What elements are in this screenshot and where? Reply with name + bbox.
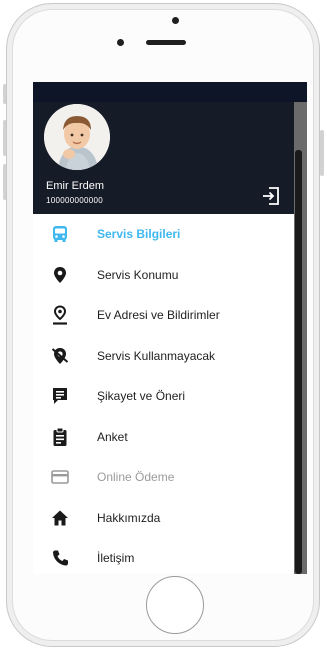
menu-item-label: Servis Bilgileri xyxy=(97,227,181,242)
menu-item-hakkimizda[interactable]: Hakkımızda xyxy=(33,498,294,539)
drawer-header: Emir Erdem 100000000000 xyxy=(33,102,294,214)
menu-item-servis-konumu[interactable]: Servis Konumu xyxy=(33,255,294,296)
location-off-icon xyxy=(50,346,70,366)
menu-item-ev-adresi[interactable]: Ev Adresi ve Bildirimler xyxy=(33,295,294,336)
menu-item-servis-bilgileri[interactable]: Servis Bilgileri xyxy=(33,214,294,255)
menu-item-online-odeme[interactable]: Online Ödeme xyxy=(33,457,294,498)
power-button xyxy=(320,130,324,176)
phone-icon xyxy=(50,548,70,568)
home-location-icon xyxy=(50,305,70,325)
menu-item-label: Servis Konumu xyxy=(97,267,179,282)
scrollbar[interactable] xyxy=(295,150,302,574)
menu-item-servis-kullanmayacak[interactable]: Servis Kullanmayacak xyxy=(33,336,294,377)
home-icon xyxy=(50,508,70,528)
avatar[interactable] xyxy=(44,104,110,170)
navigation-drawer: Emir Erdem 100000000000 Servis Bilgileri… xyxy=(33,102,294,574)
menu-item-anket[interactable]: Anket xyxy=(33,417,294,458)
credit-card-icon xyxy=(50,467,70,487)
feedback-icon xyxy=(50,386,70,406)
map-pin-icon xyxy=(50,265,70,285)
front-camera xyxy=(172,17,179,24)
user-name: Emir Erdem xyxy=(46,180,105,192)
drawer-menu: Servis Bilgileri Servis Konumu Ev Adresi… xyxy=(33,214,294,574)
earpiece-speaker xyxy=(146,40,186,45)
menu-item-label: Online Ödeme xyxy=(97,470,175,485)
status-bar xyxy=(33,82,307,102)
menu-item-label: Anket xyxy=(97,429,128,444)
home-button[interactable] xyxy=(146,576,204,634)
menu-item-label: İletişim xyxy=(97,551,135,566)
clipboard-icon xyxy=(50,427,70,447)
logout-icon[interactable] xyxy=(261,186,281,206)
app-screen: Emir Erdem 100000000000 Servis Bilgileri… xyxy=(33,82,307,574)
menu-item-label: Ev Adresi ve Bildirimler xyxy=(97,308,220,323)
menu-item-label: Servis Kullanmayacak xyxy=(97,348,216,363)
bus-icon xyxy=(50,224,70,244)
proximity-sensor xyxy=(117,39,124,46)
menu-item-label: Şikayet ve Öneri xyxy=(97,389,186,404)
user-id: 100000000000 xyxy=(46,196,103,205)
menu-item-label: Hakkımızda xyxy=(97,510,161,525)
menu-item-sikayet-ve-oneri[interactable]: Şikayet ve Öneri xyxy=(33,376,294,417)
menu-item-iletisim[interactable]: İletişim xyxy=(33,538,294,574)
